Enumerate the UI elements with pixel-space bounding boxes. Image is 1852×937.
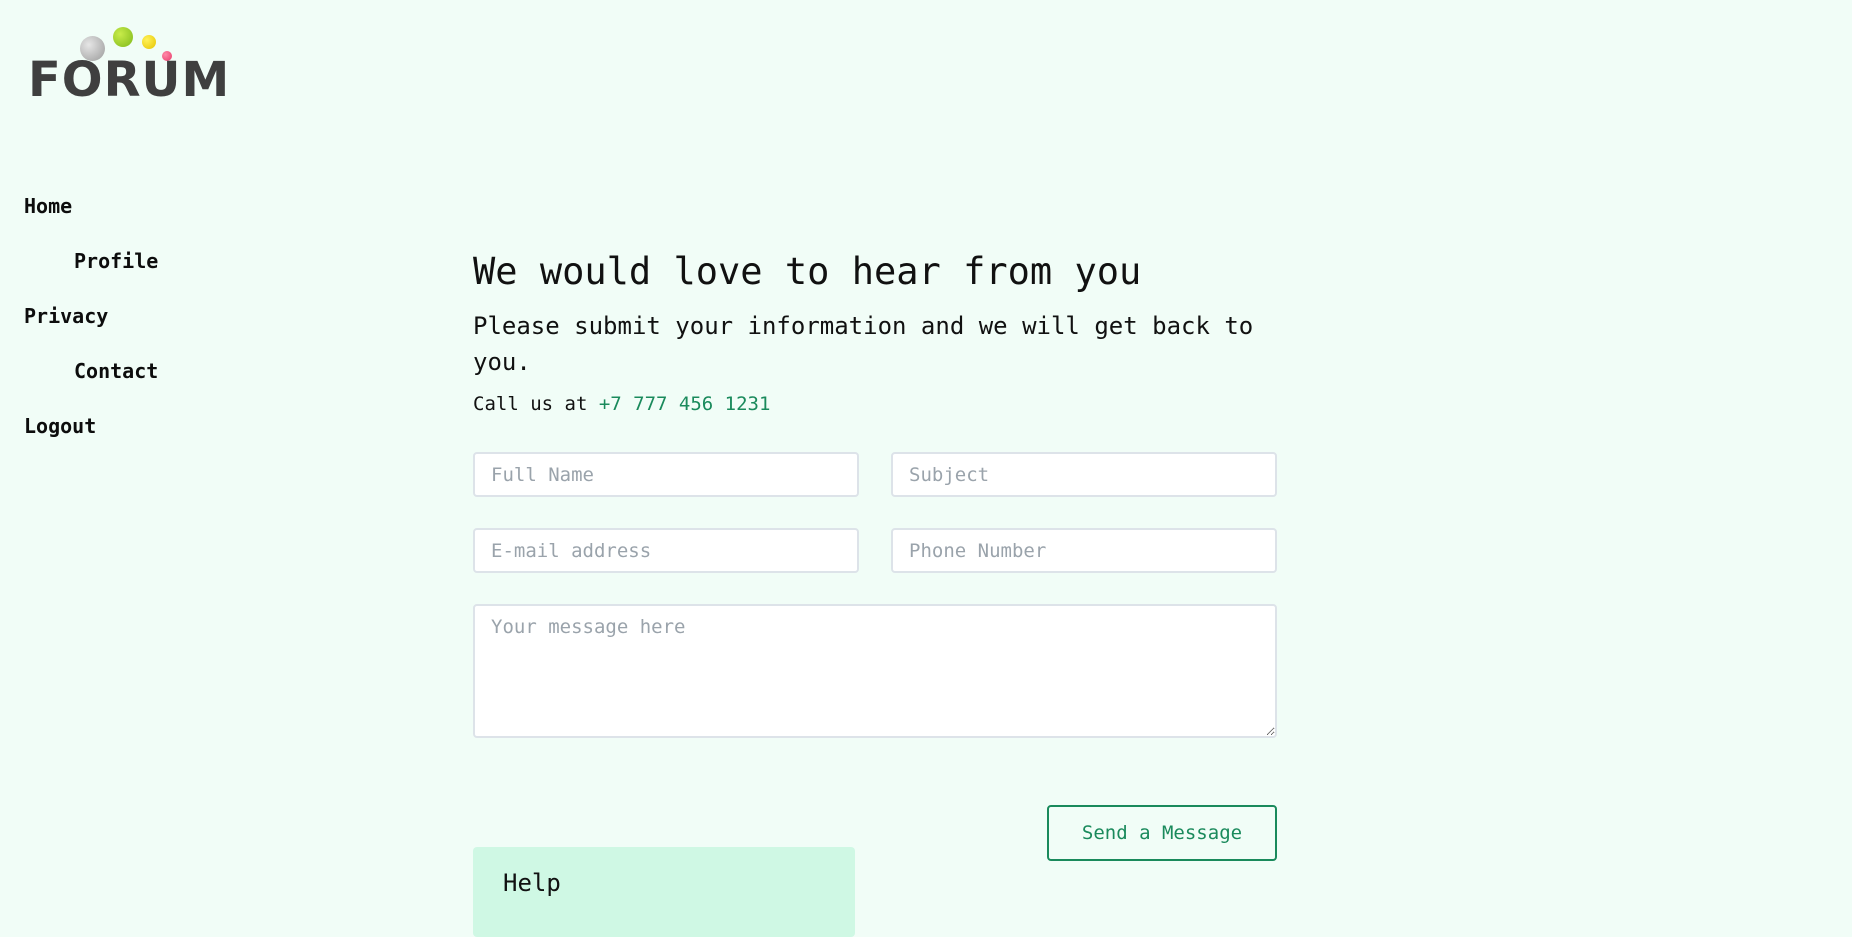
page-subtitle: Please submit your information and we wi… (473, 312, 1254, 376)
logo-wordmark: FORUM (28, 52, 231, 108)
form-row-2 (473, 528, 1277, 573)
full-name-input[interactable] (473, 452, 859, 497)
email-input[interactable] (473, 528, 859, 573)
nav-item-logout[interactable]: Logout (24, 406, 158, 461)
logo-yellow-dot (142, 35, 156, 49)
phone-number-input[interactable] (891, 528, 1277, 573)
help-title: Help (503, 869, 561, 897)
page-title: We would love to hear from you (473, 250, 1142, 293)
subject-input[interactable] (891, 452, 1277, 497)
form-row-1 (473, 452, 1277, 497)
call-us-label: Call us at (473, 393, 599, 415)
help-panel: Help (473, 847, 855, 937)
contact-section: We would love to hear from you Please su… (473, 248, 1277, 861)
nav-item-profile[interactable]: Profile (24, 241, 158, 296)
logo-green-dot (113, 27, 133, 47)
nav-item-privacy[interactable]: Privacy (24, 296, 158, 351)
nav-item-home[interactable]: Home (24, 186, 158, 241)
contact-form: Send a Message (473, 452, 1277, 861)
phone-link[interactable]: +7 777 456 1231 (599, 393, 771, 415)
sidebar-nav: Home Profile Privacy Contact Logout (24, 186, 158, 461)
send-message-button[interactable]: Send a Message (1047, 805, 1277, 861)
message-textarea[interactable] (473, 604, 1277, 738)
call-us-line: Call us at +7 777 456 1231 (473, 388, 1277, 420)
forum-logo[interactable]: FORUM (28, 24, 231, 108)
nav-item-contact[interactable]: Contact (24, 351, 158, 406)
